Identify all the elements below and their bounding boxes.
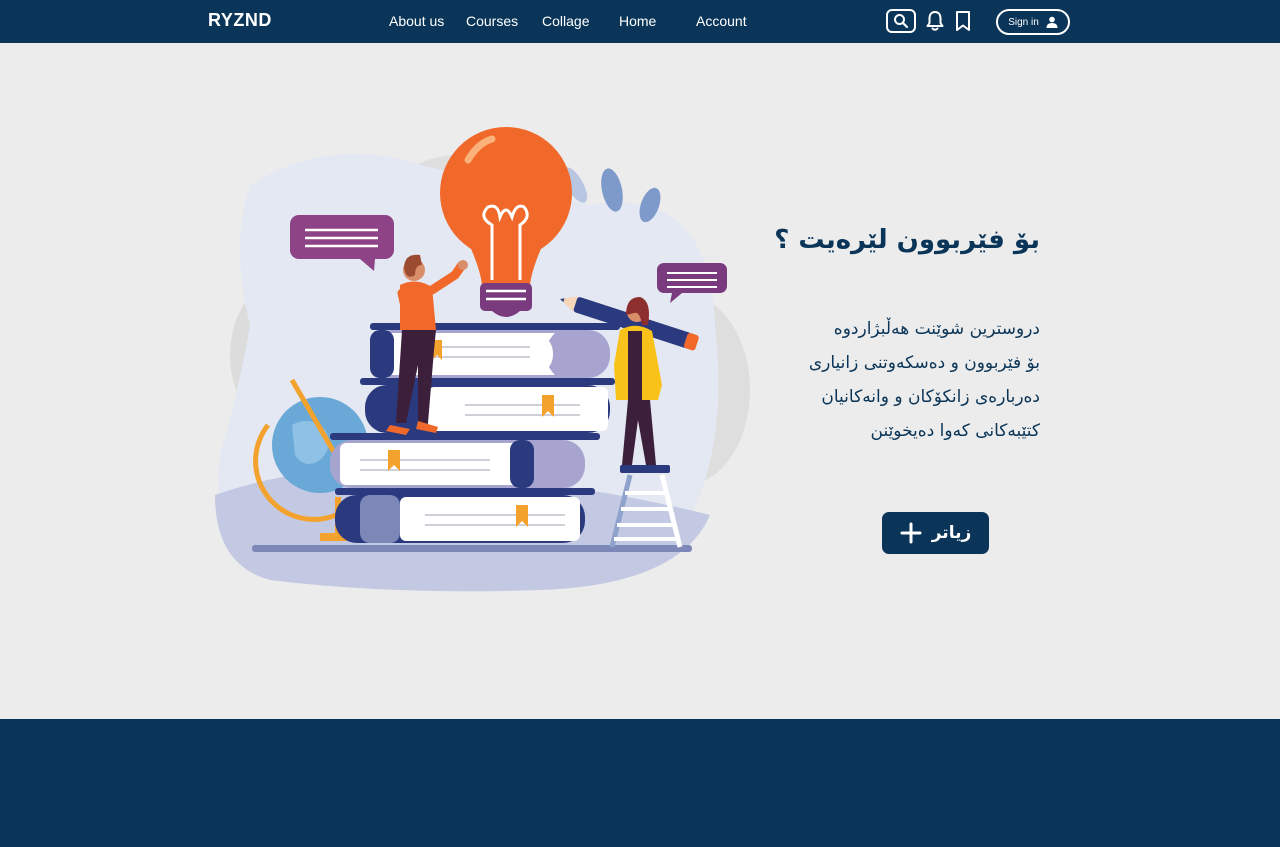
user-icon: [1046, 16, 1058, 28]
nav-collage[interactable]: Collage: [542, 13, 589, 29]
hero-line: دروسترین شوێنت هەڵبژاردوە: [833, 319, 1040, 339]
sign-in-button[interactable]: Sign in: [996, 9, 1070, 35]
footer: [0, 719, 1280, 847]
hero-line: دەربارەی زانکۆکان و وانەکانیان: [821, 387, 1040, 407]
nav-account[interactable]: Account: [696, 13, 747, 29]
more-button-label: زیاتر: [931, 523, 972, 543]
book-stack: [330, 323, 620, 543]
hero-line: کتێبەکانی کەوا دەیخوێنن: [870, 421, 1041, 441]
top-navbar: RYZND About us Courses Collage Home Acco…: [0, 0, 1280, 43]
brand-logo[interactable]: RYZND: [208, 10, 272, 31]
hero-description: دروسترین شوێنت هەڵبژاردوە بۆ فێربوون و د…: [620, 312, 1040, 448]
floor-line: [252, 545, 692, 552]
search-button[interactable]: [886, 9, 916, 33]
notifications-button[interactable]: [925, 10, 945, 32]
bookmark-button[interactable]: [954, 10, 972, 32]
search-icon: [894, 14, 909, 29]
hero-line: بۆ فێربوون و دەسکەوتنی زانیاری: [808, 353, 1040, 373]
bookmark-icon: [956, 11, 970, 31]
sign-in-label: Sign in: [1008, 16, 1039, 28]
hero-title: بۆ فێربوون لێرەیت ؟: [774, 225, 1040, 255]
nav-about-us[interactable]: About us: [389, 13, 444, 29]
more-button[interactable]: زیاتر: [882, 512, 989, 554]
plus-icon: [900, 522, 922, 544]
nav-home[interactable]: Home: [619, 13, 656, 29]
bell-icon: [926, 11, 944, 31]
nav-courses[interactable]: Courses: [466, 13, 518, 29]
